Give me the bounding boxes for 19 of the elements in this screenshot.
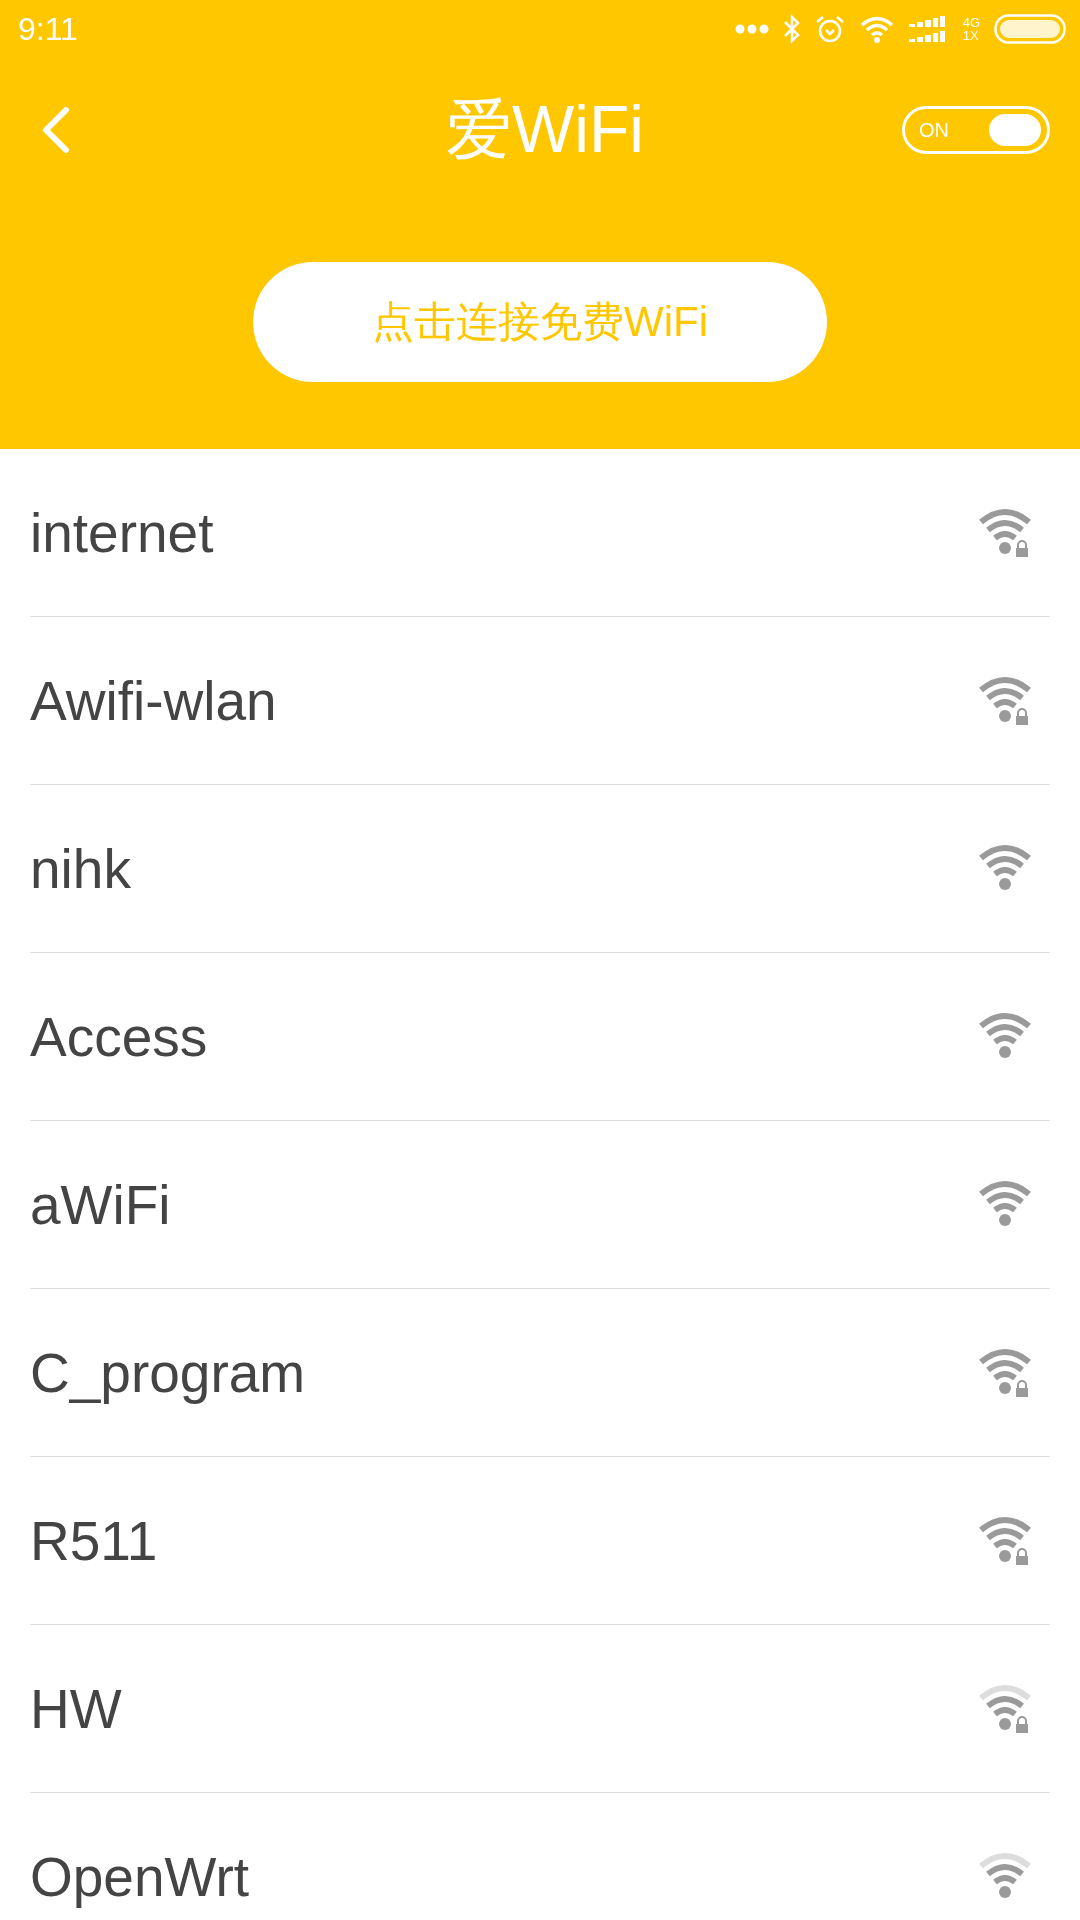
- alarm-clock-icon: [814, 14, 845, 44]
- back-icon[interactable]: [40, 106, 70, 154]
- network-name[interactable]: internet: [30, 500, 214, 565]
- more-icon: [734, 24, 769, 34]
- bluetooth-icon: [782, 14, 801, 44]
- network-name[interactable]: Awifi-wlan: [30, 668, 277, 733]
- status-time: 9:11: [18, 10, 79, 48]
- battery-icon: [994, 14, 1066, 44]
- network-name[interactable]: OpenWrt: [30, 1844, 250, 1909]
- wifi-icon: [858, 15, 895, 43]
- network-name[interactable]: nihk: [30, 836, 131, 901]
- network-name[interactable]: Access: [30, 1004, 208, 1069]
- app-title: 爱WiFi: [446, 91, 644, 168]
- network-name[interactable]: HW: [30, 1676, 122, 1741]
- network-type: 1X: [962, 29, 980, 42]
- network-name[interactable]: aWiFi: [30, 1172, 171, 1237]
- network-name[interactable]: C_program: [30, 1340, 306, 1405]
- network-name[interactable]: R511: [30, 1508, 158, 1573]
- network-type: 4G: [962, 16, 980, 29]
